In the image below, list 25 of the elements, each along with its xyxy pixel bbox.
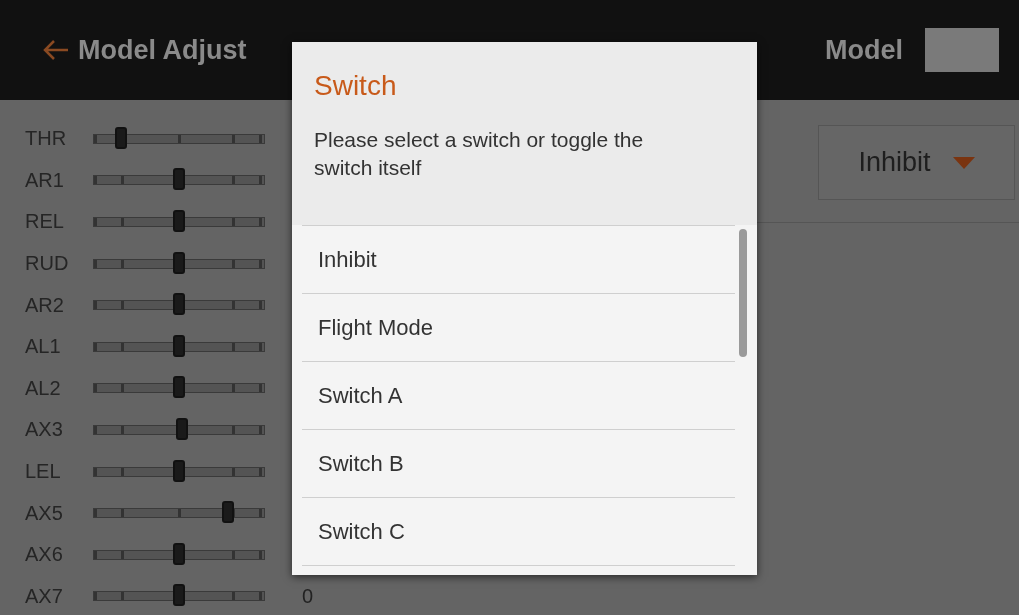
channel-label: THR <box>25 127 68 151</box>
channel-label: RUD <box>25 252 70 276</box>
switch-option[interactable]: Flight Mode <box>302 293 735 361</box>
switch-option[interactable]: Inhibit <box>302 225 735 293</box>
switch-option[interactable]: Switch A <box>302 361 735 429</box>
scrollbar[interactable] <box>739 229 747 357</box>
caret-icon <box>952 156 975 169</box>
channel-label: AL2 <box>25 376 62 400</box>
back-arrow-icon[interactable] <box>42 39 70 61</box>
channel-label: AX5 <box>25 501 64 525</box>
dialog-message: Please select a switch or toggle the switch itself <box>314 127 645 181</box>
channel-label: AX3 <box>25 418 64 442</box>
dialog-title: Switch <box>314 70 398 102</box>
channel-value: 0 <box>302 584 314 608</box>
channel-label: AX6 <box>25 543 64 567</box>
channel-label: LEL <box>25 460 62 484</box>
channel-label: AR1 <box>25 168 65 192</box>
switch-option[interactable]: Switch B <box>302 429 735 497</box>
back-label[interactable]: Model Adjust <box>78 34 247 66</box>
model-label: Model <box>825 34 903 66</box>
channel-label: REL <box>25 210 65 234</box>
switch-option[interactable]: Switch C <box>302 497 735 566</box>
channel-label: AX7 <box>25 584 64 608</box>
channel-label: AR2 <box>25 293 65 317</box>
channel-label: AL1 <box>25 335 62 359</box>
